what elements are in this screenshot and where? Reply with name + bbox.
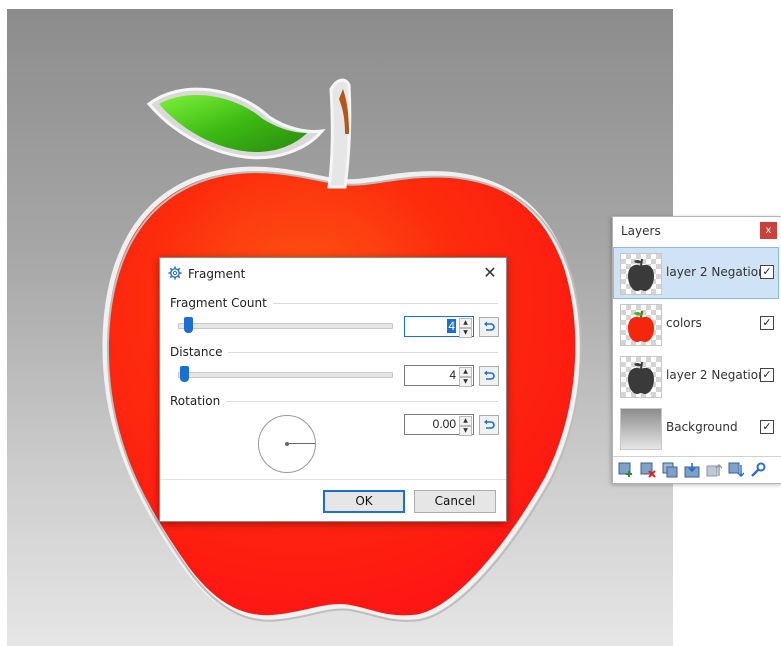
rotation-stepper[interactable]: 0.00 ▲ ▼ bbox=[404, 414, 474, 436]
add-layer-icon[interactable] bbox=[617, 461, 635, 479]
spin-down-icon[interactable]: ▼ bbox=[459, 328, 472, 338]
dialog-titlebar: Fragment bbox=[168, 265, 245, 283]
layer-visibility-checkbox[interactable]: ✓ bbox=[760, 265, 774, 279]
move-layer-down-icon[interactable] bbox=[727, 461, 745, 479]
layer-item[interactable]: Background ✓ bbox=[614, 403, 778, 453]
layer-thumbnail bbox=[620, 253, 662, 295]
delete-layer-icon[interactable] bbox=[639, 461, 657, 479]
ok-button[interactable]: OK bbox=[323, 490, 405, 513]
merge-layer-down-icon[interactable] bbox=[683, 461, 701, 479]
reset-icon bbox=[484, 419, 495, 429]
layer-thumbnail bbox=[620, 304, 662, 346]
layer-thumbnail bbox=[620, 408, 662, 450]
layer-visibility-checkbox[interactable]: ✓ bbox=[760, 420, 774, 434]
distance-slider[interactable] bbox=[178, 372, 393, 378]
rotation-label: Rotation bbox=[170, 394, 227, 408]
fragment-count-stepper[interactable]: 4 ▲ ▼ bbox=[404, 316, 474, 338]
rotation-dial[interactable] bbox=[258, 415, 316, 473]
rotation-reset-button[interactable] bbox=[479, 415, 499, 435]
spin-up-icon[interactable]: ▲ bbox=[459, 318, 472, 328]
move-layer-up-icon[interactable] bbox=[705, 461, 723, 479]
spin-up-icon[interactable]: ▲ bbox=[459, 367, 472, 377]
close-icon[interactable]: ✕ bbox=[480, 263, 500, 283]
spin-up-icon[interactable]: ▲ bbox=[459, 416, 472, 426]
spin-down-icon[interactable]: ▼ bbox=[459, 377, 472, 387]
layers-toolbar bbox=[613, 456, 781, 483]
fragment-count-value[interactable]: 4 bbox=[447, 319, 456, 333]
fragment-count-label: Fragment Count bbox=[170, 296, 273, 310]
layers-panel-title: Layers bbox=[621, 224, 661, 238]
distance-reset-button[interactable] bbox=[479, 366, 499, 386]
layer-name: Background bbox=[666, 420, 738, 434]
fragment-dialog: Fragment ✕ Fragment Count 4 ▲ ▼ Distance … bbox=[159, 257, 507, 522]
distance-stepper[interactable]: 4 ▲ ▼ bbox=[404, 365, 474, 387]
layer-visibility-checkbox[interactable]: ✓ bbox=[760, 316, 774, 330]
dial-needle bbox=[287, 443, 315, 444]
layer-name: colors bbox=[666, 316, 702, 330]
layers-panel: Layers x layer 2 Negation ✓ colors ✓ lay… bbox=[612, 216, 781, 484]
layer-item[interactable]: layer 2 Negation ✓ bbox=[614, 351, 778, 401]
layer-name: layer 2 Negation bbox=[666, 368, 766, 382]
fragment-count-slider[interactable] bbox=[178, 323, 393, 329]
layer-properties-icon[interactable] bbox=[749, 461, 767, 479]
duplicate-layer-icon[interactable] bbox=[661, 461, 679, 479]
reset-icon bbox=[484, 321, 495, 331]
layer-name: layer 2 Negation bbox=[666, 265, 766, 279]
layer-thumbnail bbox=[620, 356, 662, 398]
rotation-value[interactable]: 0.00 bbox=[433, 417, 456, 431]
cancel-button[interactable]: Cancel bbox=[414, 490, 496, 513]
reset-icon bbox=[484, 370, 495, 380]
gear-icon bbox=[168, 266, 182, 283]
spin-down-icon[interactable]: ▼ bbox=[459, 426, 472, 436]
distance-label: Distance bbox=[170, 345, 229, 359]
dialog-title: Fragment bbox=[188, 267, 246, 281]
layer-item[interactable]: layer 2 Negation ✓ bbox=[613, 247, 779, 299]
distance-value[interactable]: 4 bbox=[449, 368, 456, 382]
button-bar-divider bbox=[160, 479, 506, 480]
close-icon[interactable]: x bbox=[760, 222, 777, 239]
fragment-count-reset-button[interactable] bbox=[479, 317, 499, 337]
distance-slider-thumb[interactable] bbox=[180, 366, 189, 382]
fragment-count-slider-thumb[interactable] bbox=[184, 317, 193, 333]
layer-item[interactable]: colors ✓ bbox=[614, 299, 778, 349]
layer-visibility-checkbox[interactable]: ✓ bbox=[760, 368, 774, 382]
